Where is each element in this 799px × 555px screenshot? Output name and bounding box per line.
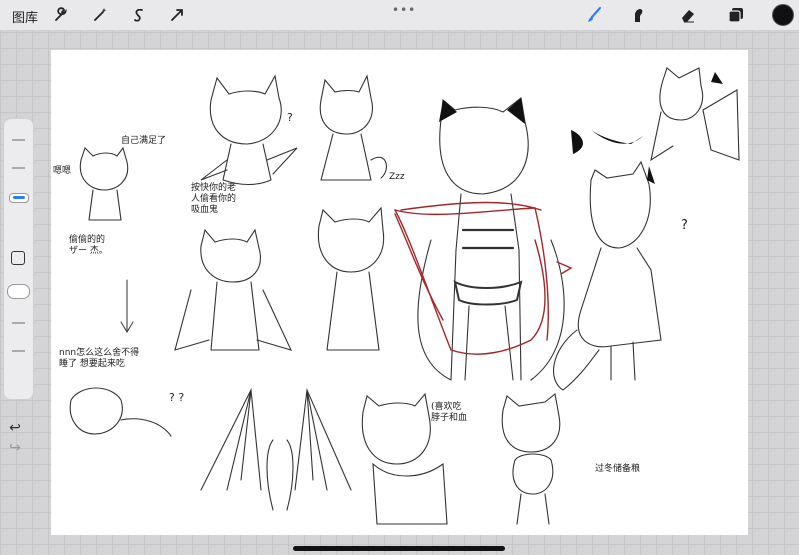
opacity-slider[interactable] [7, 284, 30, 299]
sketch-note: ? [681, 218, 688, 233]
sketch-note: nnn怎么这么舍不得 睡了 想要起来吃 [59, 348, 140, 369]
smudge-icon[interactable] [627, 4, 649, 26]
top-toolbar: 图库 ••• [0, 0, 799, 31]
sketch-note: ? [287, 111, 293, 124]
sketch-note: 按快你的老 人偷看你的 吸血鬼 [191, 183, 237, 215]
opacity-slider-track[interactable] [12, 322, 25, 324]
size-slider-track[interactable] [12, 139, 25, 141]
sketch-note: 自己满足了 [121, 136, 167, 146]
wrench-icon[interactable] [50, 4, 72, 26]
sketch-note: (喜欢吃 脖子和血 [431, 402, 468, 423]
selection-icon[interactable] [128, 4, 150, 26]
left-sidebar [3, 118, 34, 400]
sketch-artwork [69, 67, 740, 525]
redo-button[interactable]: ↪ [6, 440, 24, 456]
sketch-note: ? ? [169, 391, 185, 404]
home-indicator[interactable] [293, 546, 505, 551]
more-options-icon[interactable]: ••• [392, 3, 416, 17]
transform-icon[interactable] [166, 4, 188, 26]
opacity-slider-track[interactable] [12, 350, 25, 352]
magic-wand-icon[interactable] [89, 4, 111, 26]
eraser-icon[interactable] [677, 4, 699, 26]
layers-icon[interactable] [725, 4, 747, 26]
sketch-note: Zzz [389, 172, 405, 182]
brush-icon[interactable] [583, 4, 605, 26]
brush-size-slider[interactable] [9, 193, 29, 203]
sketch-note: 偷偷的的 ザー 杰。 [69, 235, 108, 256]
undo-button[interactable]: ↩ [6, 420, 24, 436]
sketch-note: 过冬储备粮 [595, 464, 641, 474]
color-picker-swatch[interactable] [772, 4, 794, 26]
size-slider-track[interactable] [12, 167, 25, 169]
sketch-note: 嗯嗯 [53, 166, 72, 176]
modify-button[interactable] [11, 251, 25, 265]
drawing-canvas[interactable]: 自己满足了 嗯嗯 按快你的老 人偷看你的 吸血鬼 偷偷的的 ザー 杰。 Zzz … [51, 50, 748, 535]
gallery-button[interactable]: 图库 [12, 7, 38, 26]
